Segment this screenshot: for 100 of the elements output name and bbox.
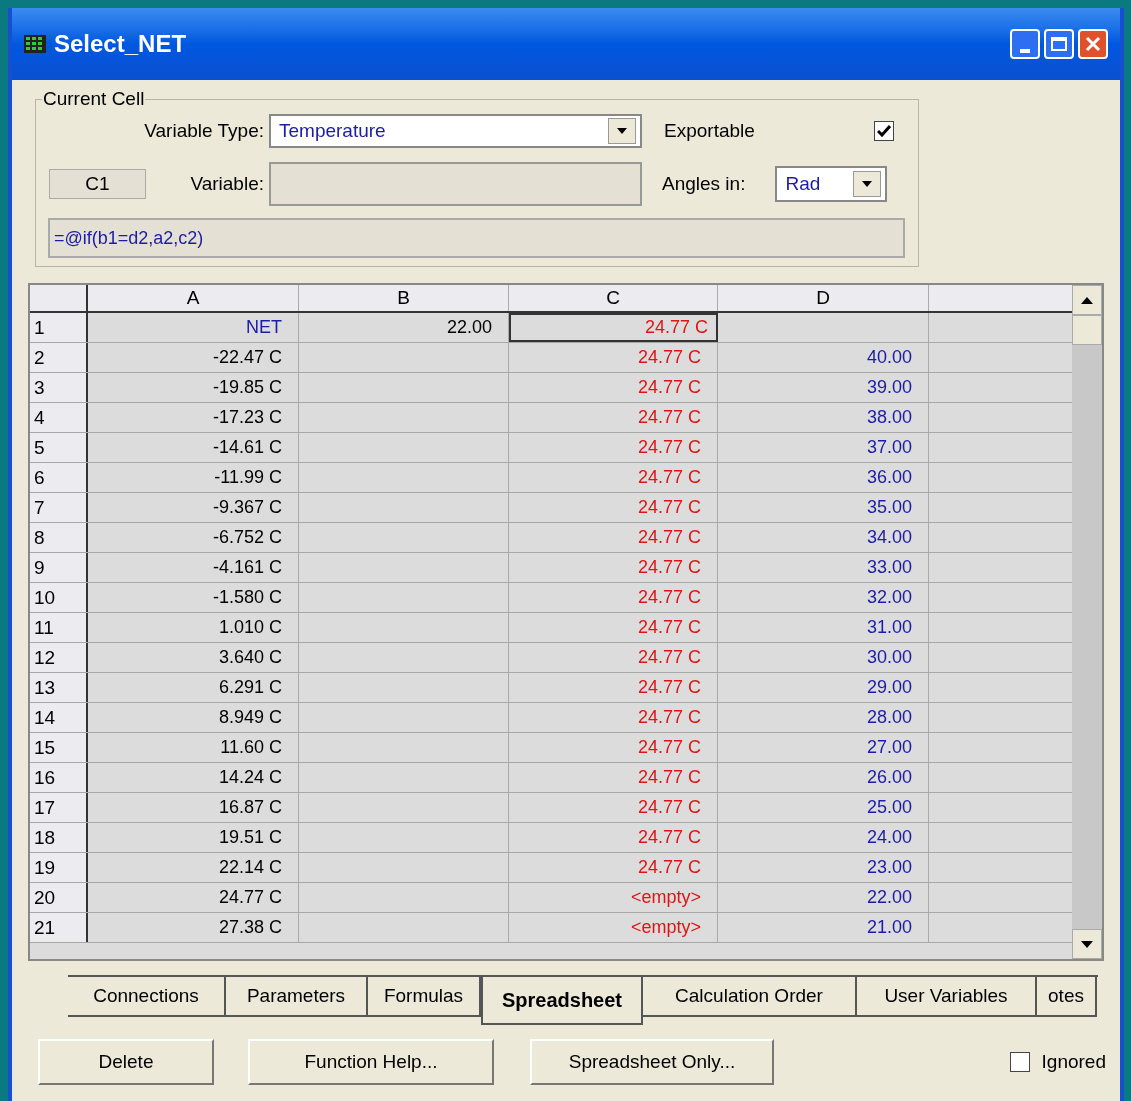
table-cell[interactable]: 16.87 C — [88, 793, 299, 822]
table-cell[interactable]: NET — [88, 313, 299, 342]
table-cell[interactable]: 23.00 — [718, 853, 929, 882]
table-cell[interactable]: 14.24 C — [88, 763, 299, 792]
table-cell[interactable]: 24.77 C — [509, 733, 718, 762]
column-header[interactable]: C — [509, 285, 718, 311]
table-cell[interactable]: 24.77 C — [509, 793, 718, 822]
table-cell[interactable]: 24.77 C — [509, 703, 718, 732]
dialog-button[interactable]: Function Help... — [248, 1039, 494, 1085]
dialog-button[interactable]: Delete — [38, 1039, 214, 1085]
row-header[interactable]: 9 — [30, 553, 88, 582]
table-cell[interactable]: 11.60 C — [88, 733, 299, 762]
formula-field[interactable]: =@if(b1=d2,a2,c2) — [48, 218, 905, 258]
row-header[interactable]: 18 — [30, 823, 88, 852]
table-cell[interactable]: 24.77 C — [509, 613, 718, 642]
column-header[interactable]: A — [88, 285, 299, 311]
table-cell[interactable]: 24.77 C — [509, 463, 718, 492]
row-header[interactable]: 5 — [30, 433, 88, 462]
column-header[interactable]: D — [718, 285, 929, 311]
table-cell[interactable]: 39.00 — [718, 373, 929, 402]
table-cell[interactable]: 24.77 C — [509, 373, 718, 402]
table-cell[interactable]: -9.367 C — [88, 493, 299, 522]
tab[interactable]: Parameters — [226, 977, 368, 1017]
table-cell[interactable]: 22.00 — [299, 313, 509, 342]
table-cell[interactable]: 24.77 C — [509, 313, 718, 342]
table-cell[interactable]: 37.00 — [718, 433, 929, 462]
table-cell[interactable]: 24.77 C — [509, 343, 718, 372]
row-header[interactable]: 21 — [30, 913, 88, 942]
tab[interactable]: Spreadsheet — [481, 977, 643, 1025]
table-cell[interactable]: 24.77 C — [509, 673, 718, 702]
row-header[interactable]: 20 — [30, 883, 88, 912]
table-cell[interactable]: 24.77 C — [509, 433, 718, 462]
table-cell[interactable]: 24.77 C — [509, 643, 718, 672]
row-header[interactable]: 13 — [30, 673, 88, 702]
scroll-up-button[interactable] — [1072, 285, 1102, 315]
table-cell[interactable]: 30.00 — [718, 643, 929, 672]
tab[interactable]: User Variables — [857, 977, 1037, 1017]
table-cell[interactable]: 24.00 — [718, 823, 929, 852]
row-header[interactable]: 19 — [30, 853, 88, 882]
close-button[interactable] — [1078, 29, 1108, 59]
table-cell[interactable]: 32.00 — [718, 583, 929, 612]
variable-field[interactable] — [269, 162, 642, 206]
table-cell[interactable]: 31.00 — [718, 613, 929, 642]
tab[interactable]: Calculation Order — [643, 977, 857, 1017]
table-cell[interactable]: 28.00 — [718, 703, 929, 732]
table-cell[interactable]: 8.949 C — [88, 703, 299, 732]
maximize-button[interactable] — [1044, 29, 1074, 59]
corner-header[interactable] — [30, 285, 88, 311]
table-cell[interactable]: 33.00 — [718, 553, 929, 582]
table-cell[interactable]: 22.14 C — [88, 853, 299, 882]
table-cell[interactable]: -17.23 C — [88, 403, 299, 432]
table-cell[interactable]: 36.00 — [718, 463, 929, 492]
angles-dropdown[interactable]: Rad — [775, 166, 888, 202]
row-header[interactable]: 11 — [30, 613, 88, 642]
row-header[interactable]: 17 — [30, 793, 88, 822]
table-cell[interactable]: 26.00 — [718, 763, 929, 792]
row-header[interactable]: 15 — [30, 733, 88, 762]
checkbox[interactable] — [1009, 1052, 1030, 1072]
table-cell[interactable]: 40.00 — [718, 343, 929, 372]
table-cell[interactable]: -19.85 C — [88, 373, 299, 402]
table-cell[interactable]: 1.010 C — [88, 613, 299, 642]
table-cell[interactable]: 25.00 — [718, 793, 929, 822]
row-header[interactable]: 10 — [30, 583, 88, 612]
table-cell[interactable]: 24.77 C — [509, 523, 718, 552]
table-cell[interactable]: 21.00 — [718, 913, 929, 942]
table-cell[interactable]: 24.77 C — [509, 493, 718, 522]
table-cell[interactable]: 19.51 C — [88, 823, 299, 852]
row-header[interactable]: 6 — [30, 463, 88, 492]
row-header[interactable]: 8 — [30, 523, 88, 552]
scrollbar[interactable] — [1072, 285, 1102, 959]
table-cell[interactable]: -6.752 C — [88, 523, 299, 552]
table-cell[interactable]: 27.38 C — [88, 913, 299, 942]
table-cell[interactable]: 24.77 C — [88, 883, 299, 912]
row-header[interactable]: 7 — [30, 493, 88, 522]
table-cell[interactable]: -22.47 C — [88, 343, 299, 372]
row-header[interactable]: 12 — [30, 643, 88, 672]
table-cell[interactable]: -1.580 C — [88, 583, 299, 612]
table-cell[interactable]: <empty> — [509, 913, 718, 942]
table-cell[interactable]: 24.77 C — [509, 583, 718, 612]
row-header[interactable]: 16 — [30, 763, 88, 792]
table-cell[interactable]: 6.291 C — [88, 673, 299, 702]
table-cell[interactable]: 24.77 C — [509, 823, 718, 852]
tab[interactable]: Formulas — [368, 977, 481, 1017]
tab[interactable]: otes — [1037, 977, 1097, 1017]
table-cell[interactable]: <empty> — [509, 883, 718, 912]
column-header[interactable]: B — [299, 285, 509, 311]
scroll-thumb[interactable] — [1072, 315, 1102, 345]
table-cell[interactable]: -14.61 C — [88, 433, 299, 462]
table-cell[interactable]: 3.640 C — [88, 643, 299, 672]
variable-type-dropdown[interactable]: Temperature — [269, 114, 642, 148]
row-header[interactable]: 4 — [30, 403, 88, 432]
table-cell[interactable]: -11.99 C — [88, 463, 299, 492]
table-cell[interactable]: 24.77 C — [509, 763, 718, 792]
table-cell[interactable]: 24.77 C — [509, 403, 718, 432]
minimize-button[interactable] — [1010, 29, 1040, 59]
row-header[interactable]: 1 — [30, 313, 88, 342]
table-cell[interactable]: 29.00 — [718, 673, 929, 702]
table-cell[interactable]: 24.77 C — [509, 853, 718, 882]
table-cell[interactable]: 35.00 — [718, 493, 929, 522]
table-cell[interactable]: 22.00 — [718, 883, 929, 912]
